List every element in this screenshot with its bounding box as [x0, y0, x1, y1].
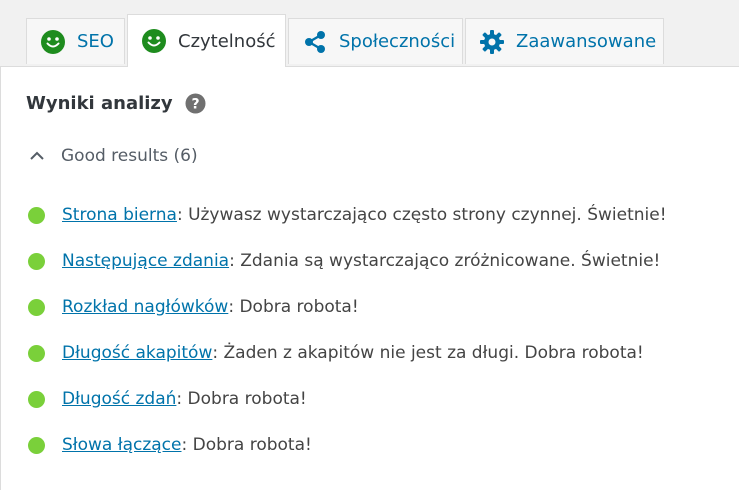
- good-status-icon: [28, 206, 45, 224]
- result-text: : Żaden z akapitów nie jest za długi. Do…: [212, 343, 644, 363]
- list-item: Rozkład nagłówków : Dobra robota!: [28, 284, 667, 330]
- good-results-toggle[interactable]: Good results (6): [26, 145, 198, 167]
- smiley-icon: [39, 28, 67, 56]
- result-link[interactable]: Długość akapitów: [62, 343, 212, 363]
- good-status-icon: [28, 390, 45, 408]
- tab-zaawansowane-label: Zaawansowane: [516, 31, 657, 52]
- good-status-icon: [28, 344, 45, 362]
- result-link[interactable]: Długość zdań: [62, 389, 176, 409]
- tab-bar: SEO Czytelność Społeczności Zaawansowane: [0, 0, 739, 67]
- tab-seo-label: SEO: [77, 31, 114, 52]
- result-link[interactable]: Słowa łączące: [62, 435, 182, 455]
- tab-zaawansowane[interactable]: Zaawansowane: [465, 18, 664, 64]
- result-link[interactable]: Strona bierna: [62, 205, 177, 225]
- gear-icon: [478, 28, 506, 56]
- list-item: Strona bierna : Używasz wystarczająco cz…: [28, 192, 667, 238]
- result-text: : Dobra robota!: [181, 435, 312, 455]
- tab-czytelnosc[interactable]: Czytelność: [127, 14, 286, 67]
- result-text: : Zdania są wystarczająco zróżnicowane. …: [229, 251, 661, 271]
- chevron-up-icon: [26, 145, 48, 167]
- results-list: Strona bierna : Używasz wystarczająco cz…: [28, 192, 667, 468]
- smiley-icon: [140, 27, 168, 55]
- readability-metabox: SEO Czytelność Społeczności Zaawansowane…: [0, 0, 739, 490]
- result-link[interactable]: Następujące zdania: [62, 251, 229, 271]
- analysis-panel: Wyniki analizy ? Good results (6) Strona…: [0, 66, 739, 490]
- analysis-heading: Wyniki analizy ?: [26, 93, 206, 114]
- list-item: Następujące zdania : Zdania są wystarcza…: [28, 238, 667, 284]
- tab-czytelnosc-label: Czytelność: [178, 30, 276, 52]
- good-status-icon: [28, 436, 45, 454]
- result-link[interactable]: Rozkład nagłówków: [62, 297, 228, 317]
- question-circle-icon[interactable]: ?: [185, 93, 206, 114]
- tab-spolecznosci[interactable]: Społeczności: [288, 18, 463, 64]
- good-status-icon: [28, 298, 45, 316]
- tab-spolecznosci-label: Społeczności: [339, 31, 456, 52]
- result-text: : Używasz wystarczająco często strony cz…: [176, 205, 667, 225]
- analysis-heading-text: Wyniki analizy: [26, 93, 173, 114]
- result-text: : Dobra robota!: [228, 297, 359, 317]
- list-item: Długość akapitów : Żaden z akapitów nie …: [28, 330, 667, 376]
- tab-seo[interactable]: SEO: [26, 18, 125, 64]
- good-results-label: Good results (6): [61, 146, 198, 166]
- list-item: Długość zdań : Dobra robota!: [28, 376, 667, 422]
- list-item: Słowa łączące : Dobra robota!: [28, 422, 667, 468]
- svg-text:?: ?: [191, 97, 199, 113]
- share-icon: [301, 28, 329, 56]
- good-status-icon: [28, 252, 45, 270]
- result-text: : Dobra robota!: [176, 389, 307, 409]
